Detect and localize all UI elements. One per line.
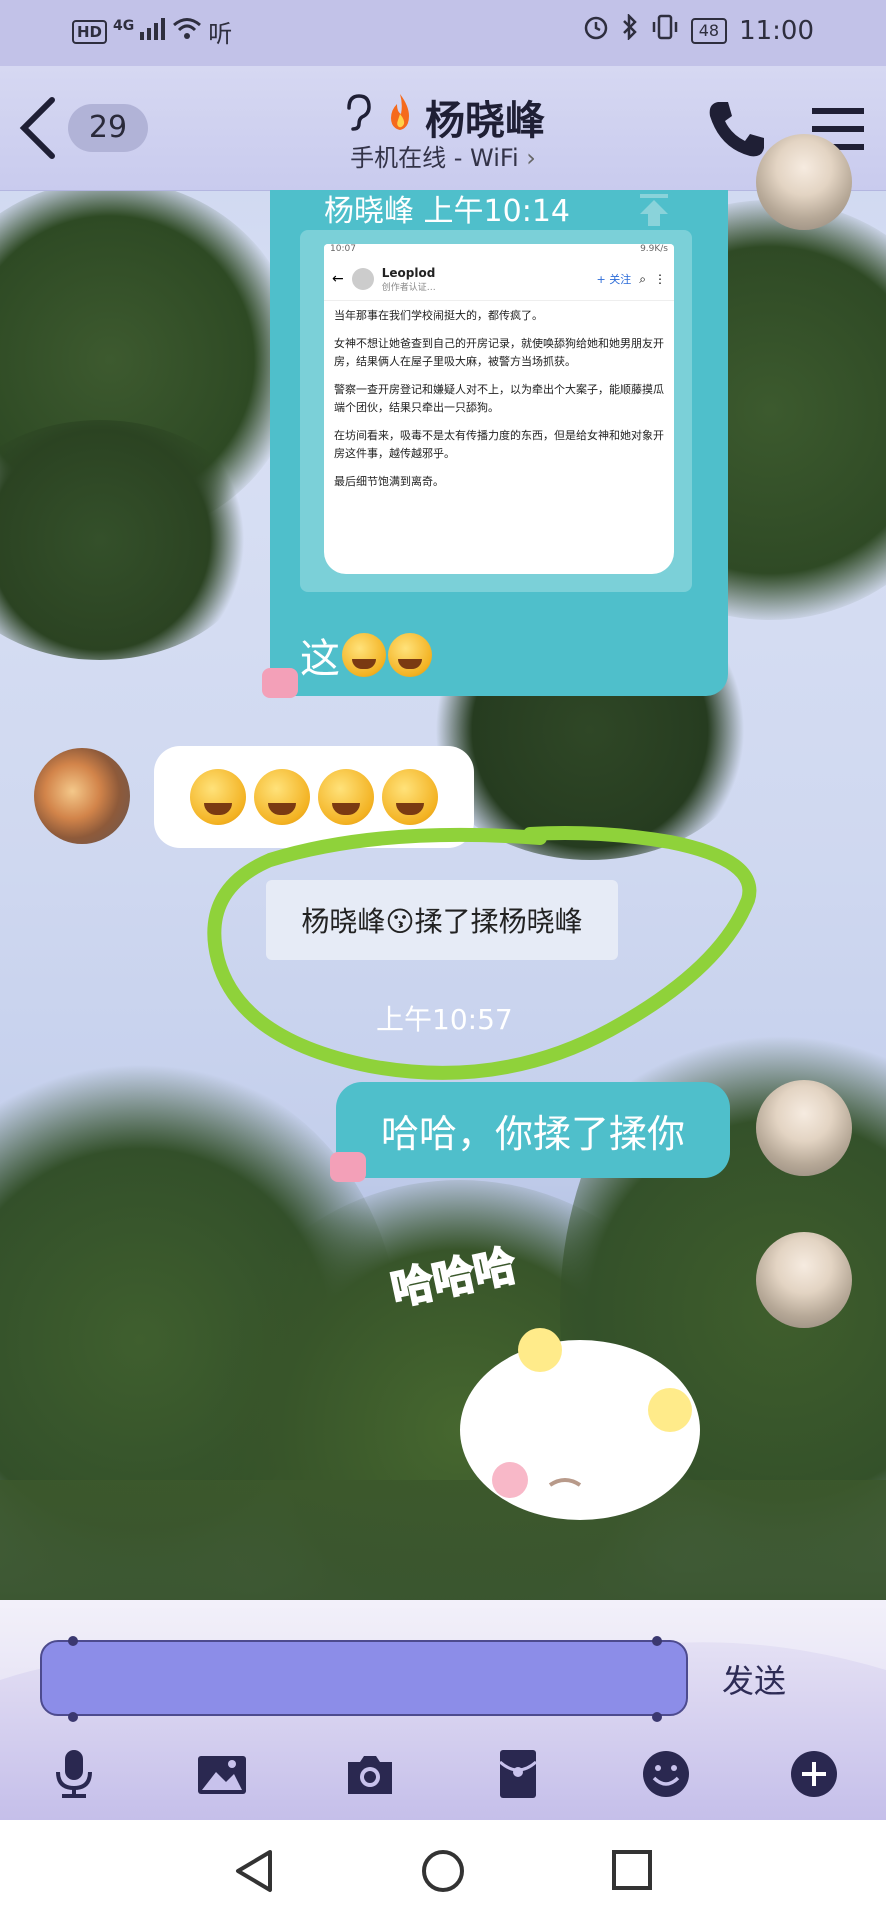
shot-paragraph: 在坊间看来，吸毒不是太有传播力度的东西，但是给女神和她对象开房这件事，越传越邪乎…	[334, 429, 664, 460]
chevron-right-icon: ›	[526, 144, 536, 172]
message-timestamp: 上午10:57	[376, 1003, 513, 1036]
forwarded-message-card[interactable]: 杨晓峰 上午10:14 10:07 9.9K/s ← Leoplod 创作者认证…	[270, 190, 728, 696]
tears-of-joy-emoji-icon	[382, 769, 438, 825]
camera-icon[interactable]	[344, 1748, 396, 1800]
bubble-decoration-icon	[262, 668, 298, 698]
signal-icon	[140, 17, 166, 46]
vibrate-icon	[651, 14, 679, 47]
my-avatar[interactable]	[756, 1232, 852, 1328]
shot-more-icon: ⋮	[654, 272, 666, 286]
system-navigation-bar	[0, 1820, 886, 1920]
shot-paragraph: 女神不想让她爸查到自己的开房记录，就使唤舔狗给她和她男朋友开房，结果俩人在屋子里…	[334, 337, 664, 368]
shot-search-icon: ⌕	[639, 271, 646, 286]
status-bar: HD 4G 听 48 11:00	[0, 0, 886, 66]
square-recents-icon	[612, 1850, 652, 1890]
forwarded-caption: 这	[300, 626, 432, 684]
image-icon[interactable]	[196, 1748, 248, 1800]
wifi-icon	[172, 17, 202, 47]
plus-icon[interactable]	[788, 1748, 840, 1800]
laugh-emoji-icon	[254, 769, 310, 825]
bubble-decoration-icon	[330, 1152, 366, 1182]
nav-back-button[interactable]	[232, 1848, 276, 1898]
tears-of-joy-emoji-icon	[318, 769, 374, 825]
forwarded-screenshot[interactable]: 10:07 9.9K/s ← Leoplod 创作者认证… + 关注 ⌕ ⋮ 当…	[324, 244, 674, 574]
shot-status-right: 9.9K/s	[640, 244, 668, 254]
shot-paragraph: 当年那事在我们学校闹挺大的，都传疯了。	[334, 309, 543, 322]
circle-home-icon	[422, 1850, 464, 1892]
hd-indicator: HD	[72, 19, 108, 44]
red-packet-icon[interactable]	[492, 1748, 544, 1800]
shot-paragraph: 最后细节饱满到离奇。	[334, 475, 444, 488]
system-notice: 杨晓峰😗揉了揉杨晓峰	[266, 880, 618, 960]
shot-paragraph: 警察一查开房登记和嫌疑人对不上，以为牵出个大案子，能顺藤摸瓜端个团伙，结果只牵出…	[334, 383, 664, 414]
shot-account-sub: 创作者认证…	[381, 282, 436, 293]
microphone-icon[interactable]	[48, 1748, 100, 1800]
laughing-cat-sticker[interactable]: 哈哈哈	[386, 1239, 720, 1530]
emoji-icon[interactable]	[640, 1748, 692, 1800]
ear-icon	[341, 92, 375, 142]
send-button[interactable]: 发送	[722, 1656, 786, 1702]
shot-account-name: Leoplod	[381, 265, 436, 280]
my-text-message[interactable]: 哈哈，你揉了揉你	[336, 1082, 730, 1178]
laugh-emoji-icon	[388, 633, 432, 677]
shot-back-icon: ←	[332, 271, 344, 287]
input-panel: 发送	[0, 1600, 886, 1820]
caption-text: 这	[300, 636, 340, 682]
shot-status-time: 10:07	[330, 244, 356, 254]
nav-home-button[interactable]	[420, 1848, 466, 1898]
laugh-emoji-icon	[342, 633, 386, 677]
shot-article: 当年那事在我们学校闹挺大的，都传疯了。 女神不想让她爸查到自己的开房记录，就使唤…	[324, 301, 674, 507]
shot-avatar	[351, 268, 374, 290]
my-avatar[interactable]	[756, 134, 852, 230]
message-input[interactable]	[40, 1636, 688, 1722]
my-avatar[interactable]	[756, 1080, 852, 1176]
laugh-emoji-icon	[190, 769, 246, 825]
bluetooth-icon	[621, 12, 639, 47]
shot-follow-button: + 关注	[596, 273, 632, 286]
call-button[interactable]	[704, 96, 770, 162]
battery-indicator: 48	[690, 17, 728, 44]
fire-icon	[383, 92, 417, 142]
pin-top-icon	[636, 194, 672, 230]
triangle-back-icon	[236, 1850, 272, 1892]
input-toolbar	[0, 1740, 886, 1810]
chat-header: 29 杨晓峰 手机在线 - WiFi ›	[0, 66, 886, 191]
network-type: 4G	[113, 17, 135, 34]
alarm-icon	[583, 14, 609, 47]
nav-recents-button[interactable]	[610, 1848, 654, 1896]
phone-icon	[709, 102, 764, 157]
forwarded-header: 杨晓峰 上午10:14	[324, 194, 570, 229]
listen-indicator: 听	[208, 20, 233, 48]
clock: 11:00	[739, 15, 814, 46]
contact-avatar[interactable]	[34, 748, 130, 844]
